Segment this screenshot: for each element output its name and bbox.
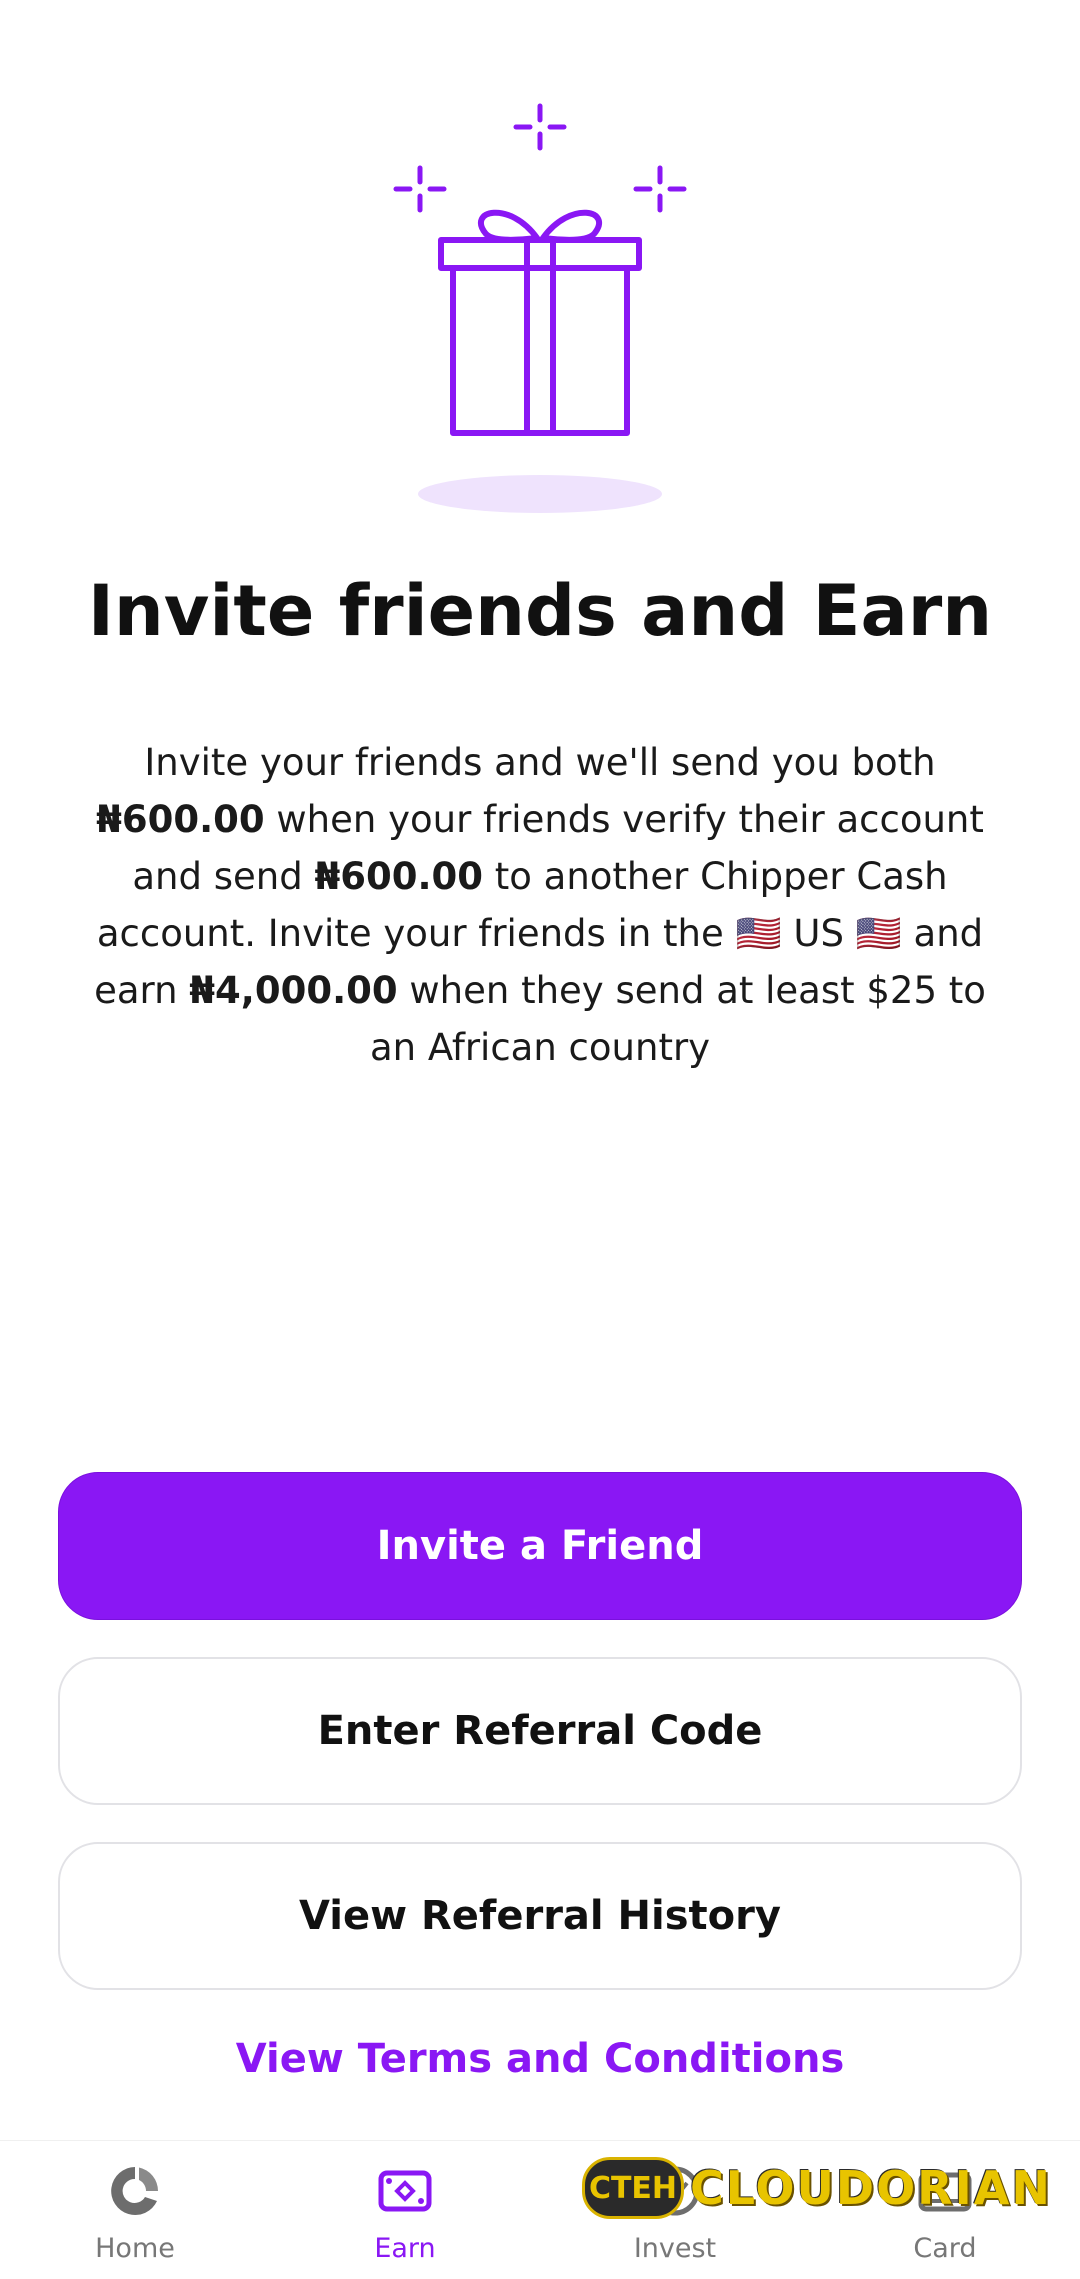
nav-item-home[interactable]: Home: [0, 2141, 270, 2279]
view-referral-history-button[interactable]: View Referral History: [58, 1842, 1022, 1990]
hero-illustration: [0, 90, 1080, 530]
invite-friend-button[interactable]: Invite a Friend: [58, 1472, 1022, 1620]
watermark: CTEH CLOUDORIAN: [582, 2156, 1072, 2220]
terms-link[interactable]: View Terms and Conditions: [0, 2036, 1080, 2082]
gift-icon: [393, 103, 687, 513]
reward-amount: ₦600.00: [314, 855, 483, 898]
sparkle-icon: [393, 103, 687, 213]
page-title: Invite friends and Earn: [87, 570, 993, 652]
referral-description: Invite your friends and we'll send you b…: [70, 734, 1010, 1076]
enter-referral-code-button[interactable]: Enter Referral Code: [58, 1657, 1022, 1805]
description-text: when they send at least $25 to an Africa…: [369, 969, 986, 1069]
view-referral-history-label: View Referral History: [299, 1893, 781, 1939]
watermark-text: CLOUDORIAN: [690, 2161, 1052, 2215]
home-icon: [111, 2167, 159, 2215]
nav-label-home: Home: [95, 2233, 175, 2264]
nav-item-earn[interactable]: Earn: [270, 2141, 540, 2279]
description-text: Invite your friends and we'll send you b…: [144, 741, 936, 784]
nav-label-earn: Earn: [374, 2233, 436, 2264]
nav-label-invest: Invest: [633, 2233, 717, 2264]
reward-amount: ₦600.00: [96, 798, 265, 841]
watermark-badge: CTEH: [582, 2157, 684, 2219]
earn-icon: [378, 2170, 432, 2212]
nav-label-card: Card: [913, 2233, 977, 2264]
reward-amount: ₦4,000.00: [189, 969, 398, 1012]
invite-friend-label: Invite a Friend: [376, 1523, 704, 1569]
enter-referral-code-label: Enter Referral Code: [317, 1708, 763, 1754]
